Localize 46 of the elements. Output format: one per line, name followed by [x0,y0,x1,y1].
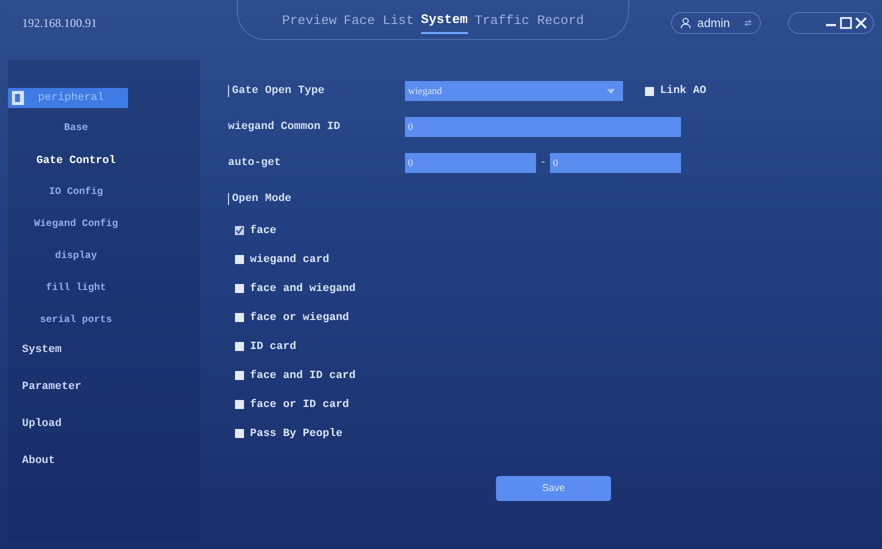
checkbox-label[interactable]: face and wiegand [250,282,356,294]
checkbox[interactable] [235,226,244,235]
checkbox[interactable] [645,86,654,96]
user-icon [680,16,692,30]
sidebar-item[interactable]: About [8,452,200,470]
checkbox[interactable] [235,313,244,322]
sidebar-subitem[interactable]: display [8,251,144,268]
ip-address: 192.168.100.91 [22,16,98,30]
nav-tab[interactable]: Face List [344,4,414,32]
checkbox-label[interactable]: face and ID card [250,370,356,382]
sidebar-subitem[interactable]: Base [8,123,144,140]
sidebar-subitem[interactable]: fill light [8,283,144,300]
checkbox-label[interactable]: Link AO [660,85,706,97]
checkbox-label[interactable]: face or ID card [250,398,350,410]
maximize-icon[interactable] [840,17,852,29]
nav-tab[interactable]: Traffic Record [474,4,584,32]
field-label: auto-get [228,157,282,169]
user-pill[interactable]: admin [671,12,761,34]
panel-icon [12,91,24,105]
sidebar-subitem[interactable]: Wiegand Config [8,219,144,236]
checkbox[interactable] [235,342,244,351]
checkbox[interactable] [235,429,244,438]
user-name[interactable]: admin [697,16,730,30]
checkbox[interactable] [235,284,244,293]
checkbox-label[interactable]: wiegand card [250,254,330,266]
checkbox-label[interactable]: face [250,224,276,236]
switch-icon[interactable] [744,19,752,27]
nav-tab[interactable]: System [420,4,468,34]
sidebar-item[interactable]: Upload [8,415,200,433]
checkbox-label[interactable]: Pass By People [250,428,342,440]
field-label: wiegand Common ID [228,121,342,133]
close-icon[interactable] [855,17,867,29]
nav-tab[interactable]: Preview [282,4,337,32]
checkbox[interactable] [235,371,244,380]
sidebar-subitem[interactable]: Gate Control [8,155,144,172]
range-separator: - [538,157,548,169]
section-label: Open Mode [228,193,405,205]
checkbox-label[interactable]: ID card [250,340,296,352]
checkbox[interactable] [235,255,244,264]
checkbox[interactable] [235,400,244,409]
sidebar-subitem[interactable]: serial ports [8,315,144,332]
sidebar-subitem[interactable]: IO Config [8,187,144,204]
dropdown-caret-icon[interactable] [607,88,615,94]
sidebar-item[interactable]: System [8,341,200,359]
sidebar-item[interactable]: Parameter [8,378,200,396]
checkbox-label[interactable]: face or wiegand [250,312,350,324]
